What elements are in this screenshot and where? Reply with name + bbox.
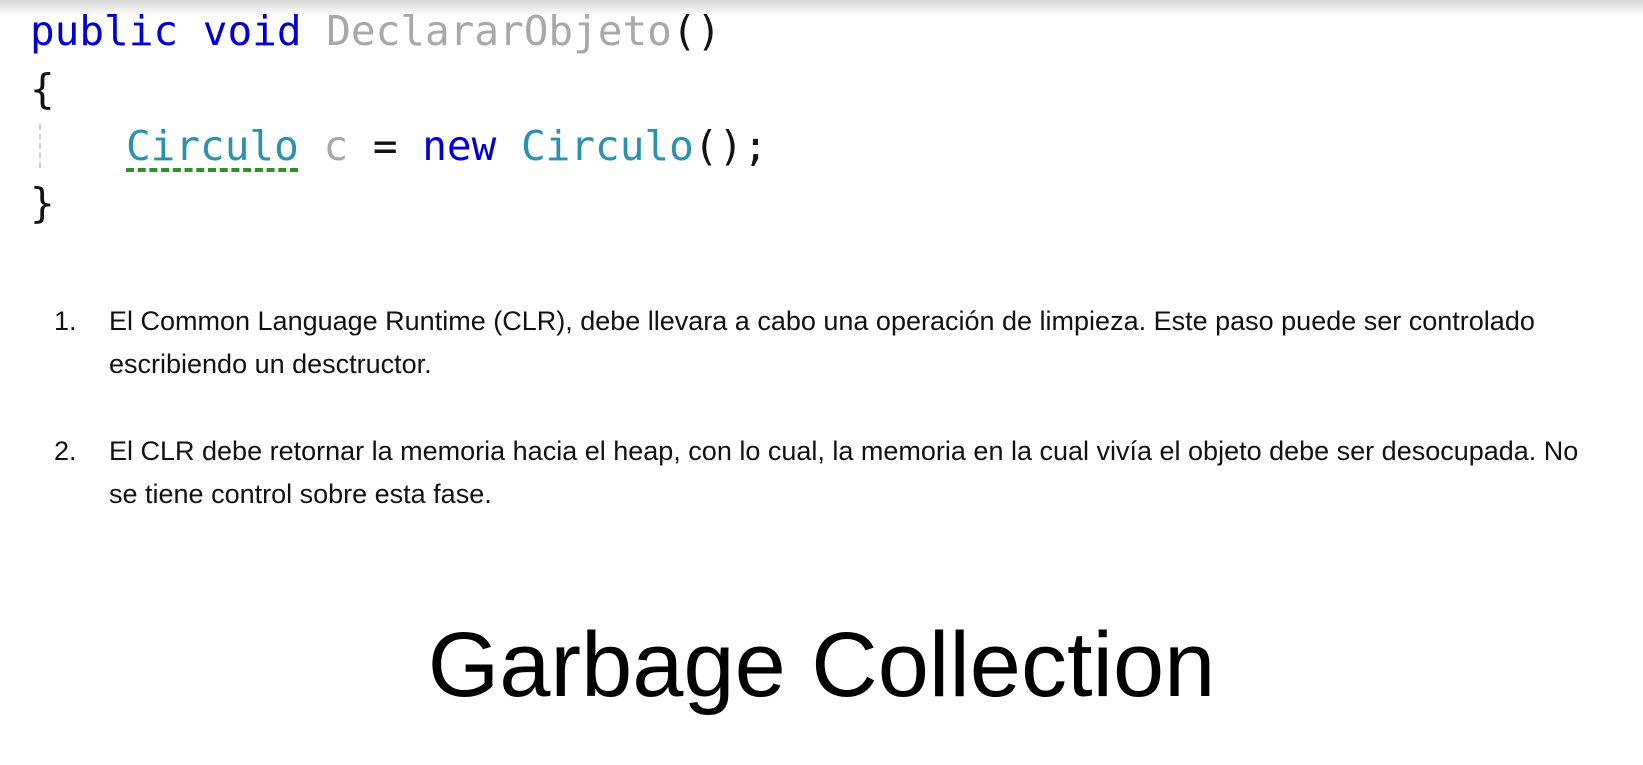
method-parens: () [671, 7, 722, 55]
list-item: 2. El CLR debe retornar la memoria hacia… [54, 430, 1599, 516]
keyword-new: new [422, 122, 497, 170]
indent-guide [39, 124, 41, 168]
code-line-close-brace: } [30, 174, 55, 232]
code-line-object-declaration: Circulo c = new Circulo(); [126, 117, 768, 175]
slide-title: Garbage Collection [427, 614, 1216, 716]
code-line-open-brace: { [30, 60, 55, 118]
constructor-call-parens: (); [693, 122, 768, 170]
list-item-number: 2. [54, 436, 77, 466]
code-line-method-signature: public void DeclararObjeto() [30, 2, 721, 60]
open-brace: { [30, 65, 55, 113]
keyword-public: public [30, 7, 179, 55]
list-item-number: 1. [54, 306, 77, 336]
list-item-text: El CLR debe retornar la memoria hacia el… [109, 436, 1579, 509]
assign-operator: = [372, 122, 398, 170]
close-brace: } [30, 179, 55, 227]
list-item: 1. El Common Language Runtime (CLR), deb… [54, 300, 1599, 386]
variable-c: c [323, 122, 349, 170]
method-name: DeclararObjeto [326, 7, 672, 55]
type-circulo: Circulo [126, 122, 299, 170]
numbered-list: 1. El Common Language Runtime (CLR), deb… [54, 300, 1599, 516]
constructor-circulo: Circulo [520, 122, 694, 170]
list-item-text: El Common Language Runtime (CLR), debe l… [109, 306, 1535, 379]
keyword-void: void [202, 7, 302, 55]
